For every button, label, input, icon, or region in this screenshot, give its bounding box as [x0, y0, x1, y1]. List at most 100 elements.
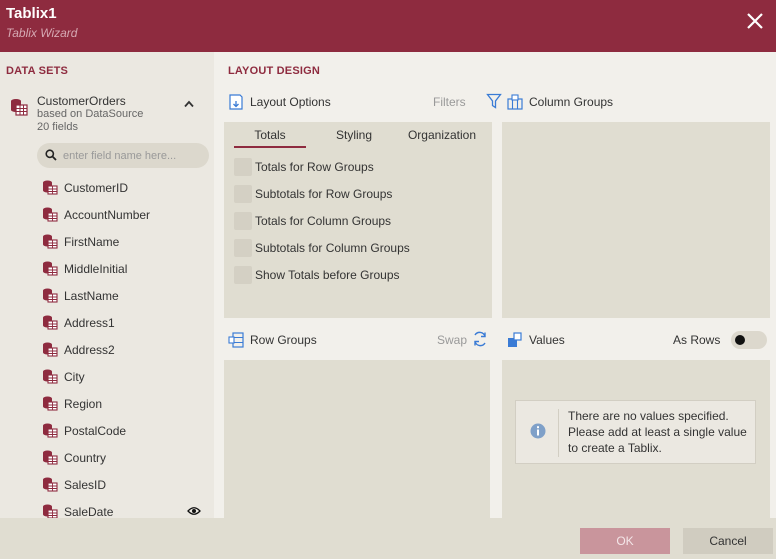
values-header: Values As Rows: [507, 330, 769, 352]
field-icon: [43, 234, 58, 249]
as-rows-label: As Rows: [673, 333, 721, 347]
field-icon: [43, 423, 58, 438]
field-label: Address1: [64, 316, 115, 330]
field-icon: [43, 288, 58, 303]
swap-label[interactable]: Swap: [437, 333, 467, 347]
field-icon: [43, 477, 58, 492]
datasets-sidebar: DATA SETS CustomerOrders based on DataSo…: [0, 52, 214, 518]
column-groups-icon: [507, 94, 523, 110]
option-checkbox[interactable]: [234, 185, 252, 203]
option-label: Totals for Column Groups: [255, 214, 392, 228]
dataset-item[interactable]: CustomerOrders based on DataSource 20 fi…: [10, 94, 206, 134]
row-groups-dropzone[interactable]: [224, 360, 490, 518]
layout-design: LAYOUT DESIGN Layout Options Filters Tot…: [214, 52, 776, 518]
dataset-name: CustomerOrders: [37, 94, 126, 108]
field-icon: [43, 342, 58, 357]
dialog-header: Tablix1 Tablix Wizard: [0, 0, 776, 52]
layout-options-panel: Totals Styling Organization Totals for R…: [224, 122, 492, 318]
option-label: Subtotals for Column Groups: [255, 241, 410, 255]
tab-styling[interactable]: Styling: [332, 128, 376, 142]
filter-icon[interactable]: [486, 93, 502, 109]
field-icon: [43, 180, 58, 195]
cancel-button[interactable]: Cancel: [683, 528, 773, 554]
field-icon: [43, 450, 58, 465]
datasets-section-label: DATA SETS: [6, 65, 69, 77]
field-label: Region: [64, 397, 103, 411]
option-checkbox[interactable]: [234, 266, 252, 284]
field-label: AccountNumber: [64, 208, 151, 222]
field-item[interactable]: Address2: [42, 336, 212, 363]
notice-text: There are no values specified. Please ad…: [568, 409, 747, 455]
layout-options-label: Layout Options: [250, 95, 331, 109]
option-label: Show Totals before Groups: [255, 268, 400, 282]
option-checkbox[interactable]: [234, 158, 252, 176]
field-item[interactable]: FirstName: [42, 228, 212, 255]
field-label: City: [64, 370, 85, 384]
row-groups-icon: [228, 332, 244, 348]
field-icon: [43, 315, 58, 330]
as-rows-toggle[interactable]: [731, 331, 767, 349]
toggle-knob: [735, 335, 745, 345]
field-item[interactable]: LastName: [42, 282, 212, 309]
field-icon: [43, 504, 58, 518]
dialog-title: Tablix1: [6, 5, 57, 22]
field-item[interactable]: CustomerID: [42, 174, 212, 201]
layout-options-icon: [229, 94, 243, 110]
field-item[interactable]: Country: [42, 444, 212, 471]
tab-totals[interactable]: Totals: [246, 128, 294, 142]
ok-button[interactable]: OK: [580, 528, 670, 554]
eye-icon[interactable]: [187, 506, 201, 516]
field-icon: [43, 369, 58, 384]
option-label: Subtotals for Row Groups: [255, 187, 393, 201]
layout-options-tabs: Totals Styling Organization: [224, 122, 492, 148]
field-label: PostalCode: [64, 424, 127, 438]
dialog-subtitle: Tablix Wizard: [6, 26, 78, 40]
filters-label[interactable]: Filters: [433, 95, 466, 109]
dialog-footer: OK Cancel: [0, 518, 776, 559]
column-groups-header: Column Groups: [507, 92, 767, 114]
field-item[interactable]: City: [42, 363, 212, 390]
field-label: MiddleInitial: [64, 262, 128, 276]
no-values-notice: There are no values specified. Please ad…: [515, 400, 756, 464]
values-dropzone[interactable]: There are no values specified. Please ad…: [502, 360, 770, 518]
active-tab-indicator: [234, 146, 306, 148]
field-icon: [43, 396, 58, 411]
dataset-icon: [11, 99, 28, 116]
row-groups-label: Row Groups: [250, 333, 317, 347]
column-groups-dropzone[interactable]: [502, 122, 770, 318]
field-label: SalesID: [64, 478, 107, 492]
tab-organization[interactable]: Organization: [407, 128, 477, 142]
column-groups-label: Column Groups: [529, 95, 614, 109]
field-item[interactable]: SalesID: [42, 471, 212, 498]
dataset-field-count: 20 fields: [37, 121, 78, 133]
option-checkbox[interactable]: [234, 212, 252, 230]
field-list: CustomerID AccountNumber FirstName MiddleIn…: [42, 174, 212, 518]
close-icon[interactable]: [746, 12, 764, 30]
field-label: Address2: [64, 343, 115, 357]
field-item[interactable]: PostalCode: [42, 417, 212, 444]
swap-icon[interactable]: [472, 331, 488, 347]
field-label: Country: [64, 451, 107, 465]
field-item[interactable]: Address1: [42, 309, 212, 336]
option-label: Totals for Row Groups: [255, 160, 374, 174]
field-item[interactable]: SaleDate: [42, 498, 212, 518]
values-icon: [508, 332, 522, 347]
chevron-up-icon[interactable]: [184, 100, 194, 108]
values-label: Values: [529, 333, 565, 347]
field-icon: [43, 261, 58, 276]
field-label: SaleDate: [64, 505, 114, 518]
field-item[interactable]: MiddleInitial: [42, 255, 212, 282]
dataset-source: based on DataSource: [37, 108, 144, 120]
field-icon: [43, 207, 58, 222]
field-label: CustomerID: [64, 181, 129, 195]
layout-section-label: LAYOUT DESIGN: [228, 65, 321, 77]
layout-options-header: Layout Options Filters: [228, 92, 502, 114]
notice-separator: [558, 409, 559, 457]
option-checkbox[interactable]: [234, 239, 252, 257]
field-item[interactable]: AccountNumber: [42, 201, 212, 228]
field-search-input[interactable]: [63, 143, 203, 168]
field-label: FirstName: [64, 235, 120, 249]
search-icon: [45, 149, 57, 161]
field-item[interactable]: Region: [42, 390, 212, 417]
field-search: [37, 143, 209, 168]
